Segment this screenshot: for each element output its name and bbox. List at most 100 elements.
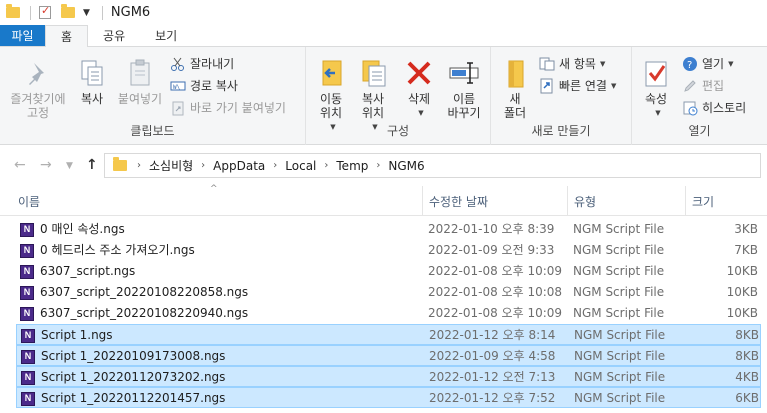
ngm-file-icon: N: [20, 264, 34, 279]
properties-quick-icon[interactable]: [39, 4, 51, 19]
open-group: 속성 ▼ ? 열기 ▼ 편집 히스토리 열기: [632, 47, 767, 145]
file-row[interactable]: N 0 매인 속성.ngs 2022-01-10 오후 8:39 NGM Scri…: [16, 219, 761, 240]
history-icon: [682, 100, 698, 116]
new-group-label: 새로 만들기: [531, 124, 591, 138]
folder-icon: [6, 4, 20, 18]
file-date: 2022-01-12 오후 7:52: [429, 391, 556, 405]
file-name: 6307_script_20220108220940.ngs: [40, 306, 249, 320]
rename-label-1: 이름: [452, 92, 476, 106]
copy-path-button[interactable]: W\ 경로 복사: [170, 77, 238, 94]
ngm-file-icon: N: [21, 391, 35, 406]
copy-label: 복사: [80, 92, 104, 106]
copy-to-label-2: 위치: [361, 106, 385, 120]
open-icon: ?: [682, 56, 698, 72]
new-folder-quick-icon[interactable]: [61, 4, 75, 18]
paste-shortcut-icon: [170, 100, 186, 116]
properties-button[interactable]: 속성 ▼: [636, 57, 676, 120]
history-button[interactable]: 히스토리: [682, 99, 746, 116]
pin-label-line2: 고정: [26, 106, 50, 120]
file-row-selected[interactable]: N Script 1.ngs 2022-01-12 오후 8:14 NGM Scr…: [16, 324, 761, 345]
breadcrumb-item[interactable]: Local: [285, 159, 316, 173]
breadcrumb-item[interactable]: Temp: [336, 159, 368, 173]
move-to-label-2: 위치: [319, 106, 343, 120]
column-header-date[interactable]: 수정한 날짜: [422, 186, 567, 216]
easy-access-dropdown-icon: ▼: [610, 81, 617, 90]
easy-access-button[interactable]: 빠른 연결 ▼: [539, 77, 616, 94]
customize-dropdown-icon[interactable]: ▼: [83, 8, 90, 18]
ribbon: 즐겨찾기에 고정 복사 붙여넣기 잘라내기 W\ 경로 복사 바로 가기 붙여넣…: [0, 47, 767, 145]
properties-check-icon: [640, 57, 672, 89]
scissors-icon: [170, 56, 186, 72]
file-date: 2022-01-08 오후 10:08: [428, 285, 563, 299]
copy-button[interactable]: 복사: [72, 57, 112, 106]
file-row[interactable]: N 6307_script_20220108220858.ngs 2022-01-…: [16, 282, 761, 303]
file-size: 10KB: [726, 285, 758, 299]
file-date: 2022-01-09 오전 9:33: [428, 243, 555, 257]
copy-to-icon: [357, 57, 389, 89]
tab-view[interactable]: 보기: [140, 25, 192, 46]
column-header-name[interactable]: 이름: [0, 186, 422, 216]
tab-home[interactable]: 홈: [45, 25, 89, 47]
breadcrumb-separator-icon[interactable]: ›: [137, 160, 141, 171]
file-name: 6307_script.ngs: [40, 264, 136, 278]
new-folder-label-2: 폴더: [503, 106, 527, 120]
pin-to-quick-access-button[interactable]: 즐겨찾기에 고정: [6, 57, 70, 120]
file-type: NGM Script File: [573, 222, 665, 236]
file-row[interactable]: N 6307_script_20220108220940.ngs 2022-01-…: [16, 303, 761, 324]
delete-button[interactable]: 삭제 ▼: [398, 57, 440, 120]
title-bar: ▼ NGM6: [0, 0, 767, 25]
delete-x-icon: [403, 57, 435, 89]
file-name-cell: N 0 헤드리스 주소 가져오기.ngs: [20, 240, 420, 261]
breadcrumb-item[interactable]: 소심비형: [149, 157, 193, 174]
file-date: 2022-01-08 오후 10:09: [428, 264, 563, 278]
paste-shortcut-button[interactable]: 바로 가기 붙여넣기: [170, 99, 286, 116]
file-size: 6KB: [735, 391, 759, 405]
edit-button[interactable]: 편집: [682, 77, 724, 94]
open-dropdown-icon: ▼: [728, 59, 734, 68]
edit-label: 편집: [702, 79, 725, 93]
new-folder-button[interactable]: 새 폴더: [495, 57, 535, 120]
file-name: Script 1_20220112201457.ngs: [41, 391, 226, 405]
breadcrumb-separator-icon[interactable]: ›: [324, 160, 328, 171]
breadcrumb-item[interactable]: NGM6: [388, 159, 424, 173]
tab-share[interactable]: 공유: [88, 25, 140, 46]
properties-dropdown-icon: ▼: [655, 109, 661, 117]
open-label: 열기: [702, 57, 725, 71]
up-arrow-icon[interactable]: ↑: [86, 157, 98, 173]
file-name: 0 매인 속성.ngs: [40, 222, 125, 236]
breadcrumb-separator-icon[interactable]: ›: [273, 160, 277, 171]
column-header-type[interactable]: 유형: [567, 186, 685, 216]
tab-file[interactable]: 파일: [0, 25, 45, 46]
column-header-size[interactable]: 크기: [685, 186, 767, 216]
move-to-label-1: 이동: [319, 92, 343, 106]
file-name-cell: N Script 1.ngs: [21, 325, 421, 346]
address-bar[interactable]: › 소심비형 › AppData › Local › Temp › NGM6: [104, 153, 761, 178]
svg-text:?: ?: [687, 60, 692, 71]
file-row-selected[interactable]: N Script 1_20220109173008.ngs 2022-01-09 …: [16, 345, 761, 366]
rename-button[interactable]: 이름 바꾸기: [440, 57, 488, 120]
file-row[interactable]: N 0 헤드리스 주소 가져오기.ngs 2022-01-09 오전 9:33 N…: [16, 240, 761, 261]
file-size: 8KB: [735, 349, 759, 363]
file-size: 10KB: [726, 264, 758, 278]
file-size: 4KB: [735, 370, 759, 384]
forward-arrow-icon[interactable]: →: [40, 157, 52, 173]
ngm-file-icon: N: [20, 243, 34, 258]
recent-locations-chevron-icon[interactable]: ▼: [66, 161, 73, 171]
file-row-selected[interactable]: N Script 1_20220112073202.ngs 2022-01-12 …: [16, 366, 761, 387]
breadcrumb-separator-icon[interactable]: ›: [201, 160, 205, 171]
clipboard-group: 즐겨찾기에 고정 복사 붙여넣기 잘라내기 W\ 경로 복사 바로 가기 붙여넣…: [0, 47, 306, 145]
breadcrumb-separator-icon[interactable]: ›: [376, 160, 380, 171]
new-item-button[interactable]: 새 항목 ▼: [539, 55, 605, 72]
back-arrow-icon[interactable]: ←: [14, 157, 26, 173]
file-row[interactable]: N 6307_script.ngs 2022-01-08 오후 10:09 NGM…: [16, 261, 761, 282]
file-name-cell: N 0 매인 속성.ngs: [20, 219, 420, 240]
file-row-selected[interactable]: N Script 1_20220112201457.ngs 2022-01-12 …: [16, 387, 761, 408]
paste-button[interactable]: 붙여넣기: [114, 57, 166, 106]
cut-button[interactable]: 잘라내기: [170, 55, 234, 72]
open-button[interactable]: ? 열기 ▼: [682, 55, 733, 72]
delete-dropdown-icon: ▼: [418, 109, 424, 117]
paste-shortcut-label: 바로 가기 붙여넣기: [190, 101, 286, 115]
breadcrumb-item[interactable]: AppData: [213, 159, 265, 173]
ribbon-tabs: 파일 홈 공유 보기: [0, 25, 767, 47]
easy-access-icon: [539, 78, 555, 94]
